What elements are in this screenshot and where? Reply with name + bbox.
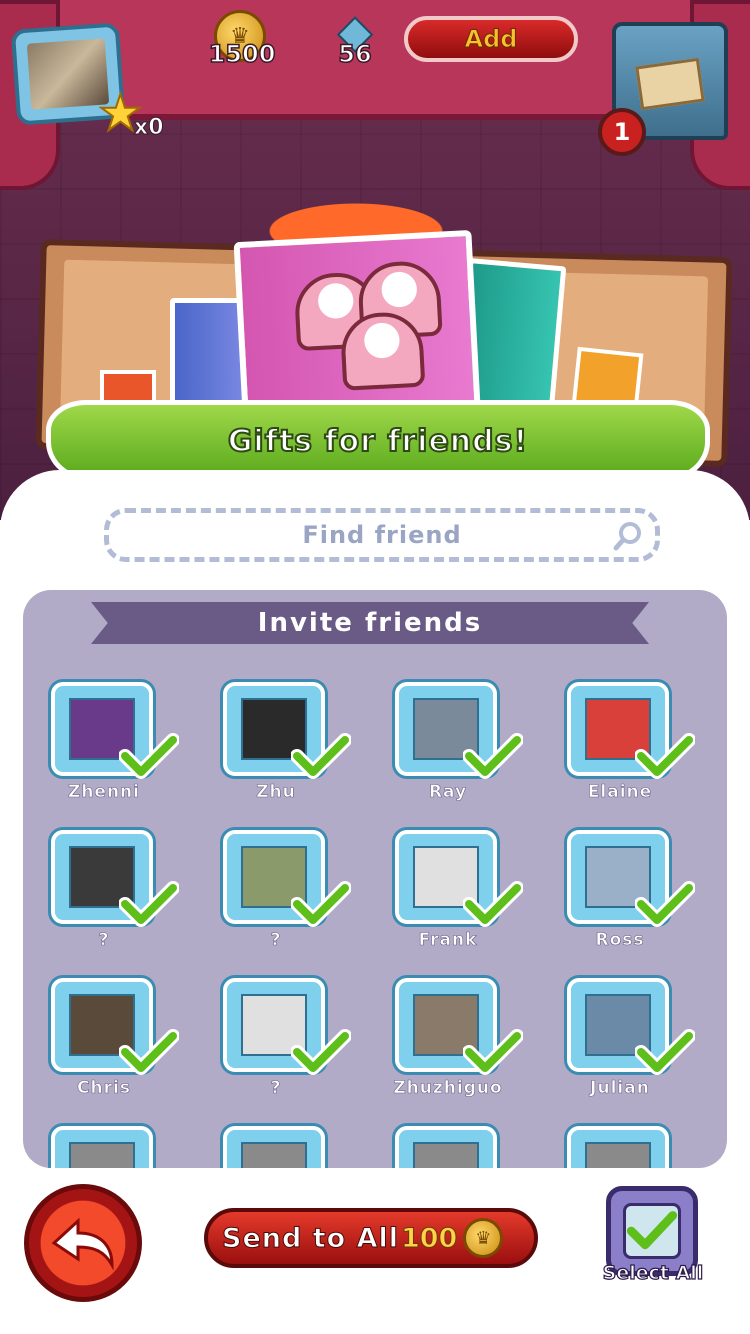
back-button[interactable] [24, 1184, 142, 1302]
gift-box-main-icon [233, 229, 481, 419]
send-to-all-label: Send to All [222, 1222, 399, 1254]
send-to-all-button[interactable]: Send to All 100 ♛ [204, 1208, 538, 1268]
friend-name: Chris [77, 1078, 131, 1099]
check-icon[interactable] [463, 732, 523, 782]
friend-item[interactable]: Zhu [201, 682, 351, 820]
friend-item[interactable]: Chris [29, 978, 179, 1116]
search-icon[interactable] [613, 521, 643, 551]
search-placeholder: Find friend [302, 521, 462, 549]
friend-name: ? [270, 930, 282, 951]
friend-avatar [585, 1142, 651, 1168]
friend-name: Ross [595, 930, 645, 951]
invite-friends-panel[interactable]: Invite friends Zhenni Zhu Ray Elaine?? Frank… [23, 590, 727, 1168]
friend-item[interactable]: Frank [373, 830, 523, 968]
friend-avatar [69, 1142, 135, 1168]
select-all-label: Select All [602, 1261, 704, 1284]
check-icon[interactable] [635, 880, 695, 930]
check-icon[interactable] [291, 880, 351, 930]
friend-item[interactable]: Elaine [545, 682, 695, 820]
banner-title: Gifts for friends! [227, 423, 529, 460]
friend-name: Ray [428, 782, 468, 803]
check-icon[interactable] [635, 732, 695, 782]
friend-name: Zhenni [68, 782, 140, 803]
friend-item[interactable] [545, 1126, 695, 1168]
check-icon[interactable] [291, 732, 351, 782]
find-friend-search[interactable]: Find friend [104, 508, 660, 562]
check-icon [626, 1211, 678, 1250]
friend-name: Zhuzhiguo [393, 1078, 503, 1099]
friend-frame [395, 1126, 497, 1168]
friend-name: Elaine [587, 782, 653, 803]
letter-icon [635, 57, 705, 111]
friend-item[interactable]: Zhenni [29, 682, 179, 820]
friend-item[interactable]: ? [201, 830, 351, 968]
coin-icon: ♛ [463, 1218, 504, 1258]
back-arrow-icon [51, 1217, 114, 1271]
friend-frame [567, 1126, 669, 1168]
check-icon[interactable] [119, 880, 179, 930]
friend-item[interactable]: Zhuzhiguo [373, 978, 523, 1116]
star-count: x0 [134, 115, 164, 141]
gem-balance: 56 [338, 39, 373, 69]
check-icon[interactable] [635, 1028, 695, 1078]
add-currency-button[interactable]: Add [404, 16, 578, 62]
coin-balance: 1500 [208, 39, 276, 69]
check-icon[interactable] [463, 880, 523, 930]
friend-item[interactable]: Ross [545, 830, 695, 968]
friend-name: ? [98, 930, 110, 951]
friend-item[interactable]: ? [29, 830, 179, 968]
check-icon[interactable] [463, 1028, 523, 1078]
friend-item[interactable]: ? [201, 978, 351, 1116]
invite-header: Invite friends [91, 602, 649, 644]
check-icon[interactable] [291, 1028, 351, 1078]
invite-title: Invite friends [257, 608, 483, 638]
check-icon[interactable] [119, 1028, 179, 1078]
friend-item[interactable]: Julian [545, 978, 695, 1116]
friend-name: ? [270, 1078, 282, 1099]
friend-name: Frank [418, 930, 478, 951]
profile-photo [26, 38, 110, 110]
friend-name: Julian [590, 1078, 650, 1099]
friend-avatar [241, 1142, 307, 1168]
friend-item[interactable]: Ray [373, 682, 523, 820]
friend-name: Zhu [256, 782, 296, 803]
friend-item[interactable] [373, 1126, 523, 1168]
friend-frame [223, 1126, 325, 1168]
friend-item[interactable] [29, 1126, 179, 1168]
send-cost: 100 [400, 1222, 458, 1254]
check-icon[interactable] [119, 732, 179, 782]
friend-item[interactable] [201, 1126, 351, 1168]
friend-frame [51, 1126, 153, 1168]
mail-count-badge: 1 [598, 108, 646, 156]
friend-avatar [413, 1142, 479, 1168]
